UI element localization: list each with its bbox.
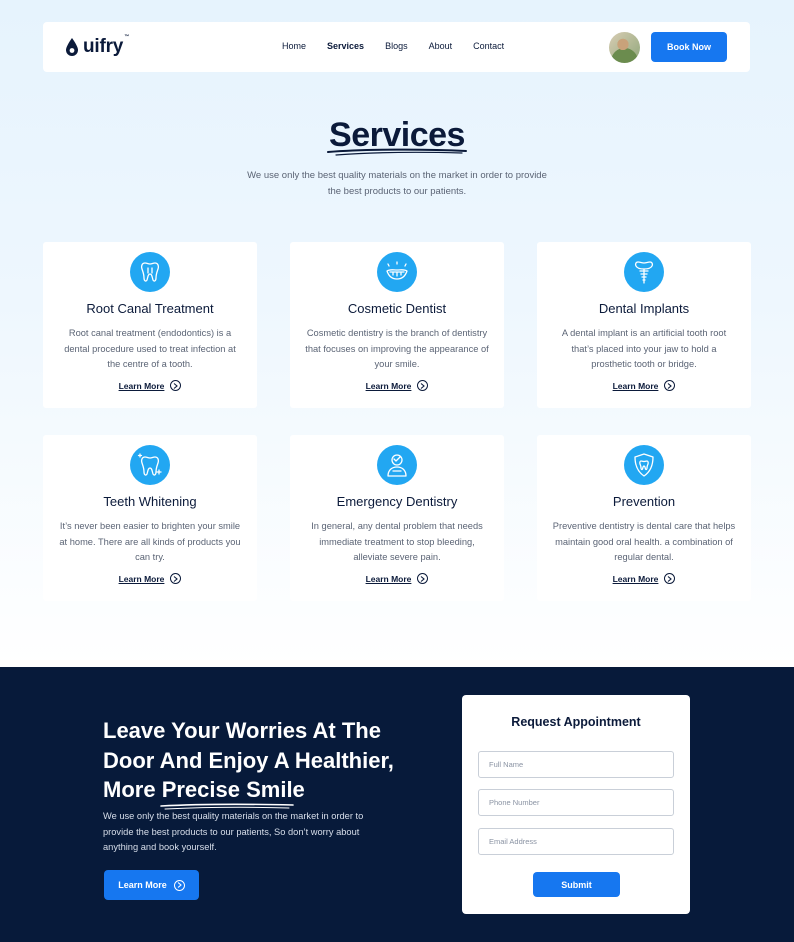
nav-blogs[interactable]: Blogs xyxy=(385,41,408,51)
chevron-right-icon xyxy=(170,573,182,584)
implant-icon xyxy=(624,252,664,292)
learn-more-link[interactable]: Learn More xyxy=(290,380,504,391)
chevron-right-icon xyxy=(664,573,676,584)
nav-services[interactable]: Services xyxy=(327,41,364,51)
smile-icon xyxy=(377,252,417,292)
service-card-implants: Dental Implants A dental implant is an a… xyxy=(537,242,751,408)
learn-more-link[interactable]: Learn More xyxy=(43,573,257,584)
card-text: Root canal treatment (endodontics) is a … xyxy=(64,328,236,369)
service-card-cosmetic: Cosmetic Dentist Cosmetic dentistry is t… xyxy=(290,242,504,408)
title-underline-icon xyxy=(327,148,467,156)
emergency-dentist-icon xyxy=(377,445,417,485)
cta-highlight: Precise Smi xyxy=(159,775,294,809)
main-menu: Home Services Blogs About Contact xyxy=(282,41,525,51)
card-title: Cosmetic Dentist xyxy=(347,301,447,316)
drop-logo-icon xyxy=(66,38,78,56)
email-field[interactable] xyxy=(478,828,674,855)
card-title: Teeth Whitening xyxy=(103,494,197,509)
book-now-button[interactable]: Book Now xyxy=(651,32,727,62)
cta-learn-more-button[interactable]: Learn More xyxy=(104,870,199,900)
page-subtitle: We use only the best quality materials o… xyxy=(247,170,547,197)
tooth-icon xyxy=(130,252,170,292)
chevron-right-icon xyxy=(664,380,676,391)
cta-heading: Leave Your Worries At The Door And Enjoy… xyxy=(103,716,423,809)
service-card-root-canal: Root Canal Treatment Root canal treatmen… xyxy=(43,242,257,408)
card-title: Root Canal Treatment xyxy=(86,301,214,316)
learn-more-link[interactable]: Learn More xyxy=(290,573,504,584)
appointment-form: Request Appointment Submit xyxy=(462,695,690,914)
service-card-whitening: Teeth Whitening It’s never been easier t… xyxy=(43,435,257,601)
nav-about[interactable]: About xyxy=(429,41,453,51)
card-text: It’s never been easier to brighten your … xyxy=(59,521,241,562)
navbar: uifry™ Home Services Blogs About Contact… xyxy=(43,22,750,72)
appointment-section: Leave Your Worries At The Door And Enjoy… xyxy=(0,667,794,942)
card-title: Emergency Dentistry xyxy=(336,494,458,509)
nav-contact[interactable]: Contact xyxy=(473,41,504,51)
sparkle-tooth-icon xyxy=(130,445,170,485)
card-title: Prevention xyxy=(612,494,676,509)
card-title: Dental Implants xyxy=(598,301,690,316)
card-text: Cosmetic dentistry is the branch of dent… xyxy=(305,328,489,369)
nav-home[interactable]: Home xyxy=(282,41,306,51)
learn-more-link[interactable]: Learn More xyxy=(537,380,751,391)
service-card-prevention: Prevention Preventive dentistry is denta… xyxy=(537,435,751,601)
cta-text: We use only the best quality materials o… xyxy=(103,811,364,852)
learn-more-link[interactable]: Learn More xyxy=(537,573,751,584)
chevron-right-icon xyxy=(417,380,429,391)
chevron-right-icon xyxy=(170,380,182,391)
shield-tooth-icon xyxy=(624,445,664,485)
chevron-right-icon xyxy=(417,573,429,584)
avatar[interactable] xyxy=(609,32,640,63)
service-card-emergency: Emergency Dentistry In general, any dent… xyxy=(290,435,504,601)
form-title: Request Appointment xyxy=(511,715,641,729)
phone-field[interactable] xyxy=(478,789,674,816)
chevron-right-icon xyxy=(173,879,185,891)
card-text: Preventive dentistry is dental care that… xyxy=(552,521,736,562)
submit-button[interactable]: Submit xyxy=(533,872,620,897)
card-text: A dental implant is an artificial tooth … xyxy=(561,328,727,369)
full-name-field[interactable] xyxy=(478,751,674,778)
logo[interactable]: uifry™ xyxy=(65,34,129,58)
card-text: In general, any dental problem that need… xyxy=(311,521,483,562)
brand-name: uifry™ xyxy=(83,34,129,57)
learn-more-link[interactable]: Learn More xyxy=(43,380,257,391)
